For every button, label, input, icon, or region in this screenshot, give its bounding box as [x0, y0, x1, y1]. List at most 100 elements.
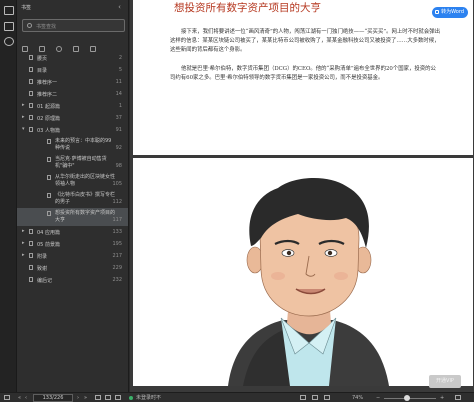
bookmark-page: 112 — [112, 199, 122, 205]
bookmark-label: 03 人物篇 — [37, 128, 60, 134]
sub-bookmark-item[interactable]: 当尼克·萨博被自动售货机"骗中" 98 — [17, 154, 128, 172]
bookmark-page: 98 — [115, 163, 122, 169]
fit-width-icon[interactable] — [115, 395, 121, 400]
bookmark-item[interactable]: ▸ 附录 217 — [17, 250, 128, 262]
search-icon — [27, 23, 32, 28]
expand-arrow-icon[interactable]: ▸ — [22, 252, 25, 258]
portrait-illustration — [228, 177, 389, 386]
sub-bookmark-item-selected[interactable]: 想投资所有数字资产项目的大亨 117 — [17, 208, 128, 226]
bookmark-label: 腰页 — [37, 56, 48, 62]
bookmark-label: 从华尔街走出的区块链女性领袖人物 — [55, 174, 116, 187]
left-toolbar — [0, 0, 17, 392]
first-page-icon[interactable]: « — [18, 395, 21, 401]
last-page-icon[interactable]: » — [84, 395, 87, 401]
zoom-level[interactable]: 74% — [352, 395, 363, 401]
bookmark-item[interactable]: 腰页 2 — [17, 52, 128, 64]
page-icon — [29, 103, 33, 108]
bookmark-page: 11 — [115, 79, 122, 85]
page-number-input[interactable]: 133/226 — [33, 394, 73, 402]
page-icon — [47, 157, 51, 162]
bookmark-item[interactable]: 推荐序一 11 — [17, 76, 128, 88]
body-paragraph: 他就是巴里·希尔伯特，数字货币集团（DCG）的CEO。他的“采购清单”遍布全世界… — [170, 66, 436, 81]
page-icon — [47, 139, 51, 144]
expand-arrow-icon[interactable]: ▸ — [22, 240, 25, 246]
sync-status-icon — [129, 396, 133, 400]
bookmark-label: 想投资所有数字资产项目的大亨 — [55, 210, 116, 223]
bookmark-tools — [22, 37, 122, 52]
bookmark-item[interactable]: ▸ 05 前景篇 195 — [17, 238, 128, 250]
previous-page-icon[interactable]: ‹ — [25, 395, 27, 401]
page-icon — [47, 193, 51, 198]
expand-arrow-icon[interactable]: ▸ — [22, 114, 25, 120]
sub-bookmark-item[interactable]: 未来的预言：中本聪的99种传说 92 — [17, 136, 128, 154]
page-icon — [29, 265, 33, 270]
thumbnail-panel-icon[interactable] — [4, 22, 14, 31]
sub-bookmark-item[interactable]: 《比特币白皮书》撰写专栏的男子 112 — [17, 190, 128, 208]
collapse-sidebar-icon[interactable]: ‹ — [115, 3, 124, 12]
annotation-panel-icon[interactable] — [4, 37, 14, 46]
bookmark-page: 2 — [118, 55, 122, 61]
page-icon — [29, 115, 33, 120]
bookmark-label: 04 应用篇 — [37, 230, 60, 236]
bookmark-label: 未来的预言：中本聪的99种传说 — [55, 138, 112, 151]
expand-arrow-icon[interactable]: ▸ — [22, 102, 25, 108]
open-vip-button[interactable]: 开通VIP — [429, 375, 461, 388]
page-icon — [29, 55, 33, 60]
body-paragraph: 接下来，我们将要讲述一位“画风清奇”的人物，闯荡江湖有一门独门绝技——“买买买”… — [170, 29, 440, 53]
bookmark-page: 92 — [115, 145, 122, 151]
single-page-view-icon[interactable] — [95, 395, 101, 400]
bookmark-item[interactable]: 推荐序二 14 — [17, 88, 128, 100]
bookmark-label: 致谢 — [37, 266, 48, 272]
bookmark-label: 02 原理篇 — [37, 116, 60, 122]
bookmark-item[interactable]: 致谢 229 — [17, 262, 128, 274]
bookmark-page: 105 — [112, 181, 122, 187]
page-icon — [29, 277, 33, 282]
bookmark-item[interactable]: ▾ 03 人物篇 91 — [17, 124, 128, 136]
collapse-arrow-icon[interactable]: ▾ — [22, 126, 25, 132]
bookmark-page: 14 — [115, 91, 122, 97]
bookmark-panel-icon[interactable] — [4, 6, 14, 15]
page-icon — [29, 127, 33, 132]
bookmark-page: 37 — [115, 115, 122, 121]
document-viewer[interactable]: 想投资所有数字资产项目的大亨 接下来，我们将要讲述一位“画风清奇”的人物，闯荡江… — [130, 0, 474, 392]
search-placeholder: 书签查找 — [36, 24, 57, 30]
bookmark-page: 91 — [115, 127, 122, 133]
bookmark-item[interactable]: ▸ 02 原理篇 37 — [17, 112, 128, 124]
double-page-view-icon[interactable] — [105, 395, 111, 400]
bookmark-page: 133 — [112, 229, 122, 235]
bookmark-item[interactable]: 编后记 232 — [17, 274, 128, 286]
page-icon — [29, 91, 33, 96]
bookmark-sidebar: 书签 ‹ 书签查找 腰页 2 目录 5 推荐序一 11 推荐序二 14 ▸ 01… — [17, 0, 129, 392]
bookmark-label: 目录 — [37, 68, 48, 74]
bookmark-label: 《比特币白皮书》撰写专栏的男子 — [55, 192, 116, 205]
zoom-out-icon[interactable]: − — [376, 395, 380, 401]
bookmark-page: 5 — [118, 67, 122, 73]
eye-care-icon[interactable] — [312, 395, 318, 400]
page-icon — [47, 211, 51, 216]
bookmark-item[interactable]: 目录 5 — [17, 64, 128, 76]
zoom-slider[interactable] — [384, 398, 436, 399]
bookmark-item[interactable]: ▸ 04 应用篇 133 — [17, 226, 128, 238]
next-page-icon[interactable]: › — [77, 395, 79, 401]
bookmark-page: 117 — [112, 217, 122, 223]
sub-bookmark-item[interactable]: 从华尔街走出的区块链女性领袖人物 105 — [17, 172, 128, 190]
convert-to-word-button[interactable]: 转为Word — [432, 7, 468, 18]
bookmark-search-input[interactable]: 书签查找 — [22, 19, 125, 32]
bookmark-label: 当尼克·萨博被自动售货机"骗中" — [55, 156, 107, 169]
convert-button-label: 转为Word — [441, 9, 464, 15]
pdf-page — [133, 158, 473, 386]
page-icon — [29, 67, 33, 72]
bookmark-item[interactable]: ▸ 01 起源篇 1 — [17, 100, 128, 112]
bookmark-label: 推荐序二 — [37, 92, 58, 98]
read-mode-icon[interactable] — [300, 395, 306, 400]
zoom-slider-handle[interactable] — [404, 395, 410, 401]
expand-arrow-icon[interactable]: ▸ — [22, 228, 25, 234]
bookmark-tree: 腰页 2 目录 5 推荐序一 11 推荐序二 14 ▸ 01 起源篇 1 ▸ 0… — [17, 52, 128, 286]
sidebar-toggle-icon[interactable] — [4, 395, 10, 400]
expand-view-icon[interactable] — [455, 395, 461, 400]
fullscreen-icon[interactable] — [324, 395, 330, 400]
zoom-in-icon[interactable]: + — [440, 395, 444, 401]
bookmark-label: 编后记 — [37, 278, 53, 284]
chapter-title: 想投资所有数字资产项目的大亨 — [174, 2, 321, 14]
bookmark-page: 232 — [112, 277, 122, 283]
